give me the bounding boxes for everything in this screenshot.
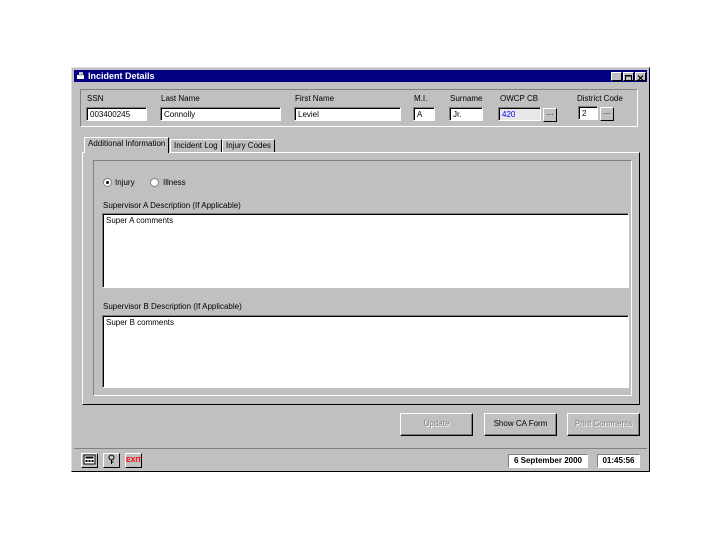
calculator-icon (83, 454, 96, 465)
print-comments-button[interactable]: Print Comments (567, 413, 640, 436)
close-button[interactable] (635, 72, 646, 81)
help-button[interactable] (103, 453, 120, 468)
status-date: 6 September 2000 (508, 454, 588, 468)
statusbar-divider (74, 448, 647, 449)
calculator-button[interactable] (81, 453, 98, 468)
close-icon (637, 75, 644, 81)
district-code-label: District Code (577, 94, 623, 103)
last-name-label: Last Name (161, 94, 200, 103)
minimize-icon (614, 80, 618, 81)
update-button[interactable]: Update (400, 413, 473, 436)
exit-label: EXIT (126, 457, 142, 464)
surname-field[interactable]: Jr. (449, 107, 483, 121)
district-code-lookup-button[interactable]: ... (600, 107, 614, 121)
illness-radio-label: Illness (163, 178, 186, 187)
minimize-button[interactable] (611, 72, 622, 81)
maximize-button[interactable] (623, 72, 634, 81)
help-key-icon (108, 454, 115, 464)
injury-radio[interactable] (103, 178, 112, 187)
title-bar: Incident Details (74, 70, 647, 82)
first-name-field[interactable]: Leviel (294, 107, 401, 121)
surname-label: Surname (450, 94, 483, 103)
exit-button[interactable]: EXIT (125, 453, 142, 468)
illness-radio[interactable] (150, 178, 159, 187)
supervisor-b-label: Supervisor B Description (If Applicable) (103, 302, 242, 311)
owcp-cb-lookup-button[interactable]: ... (543, 108, 557, 122)
window-title: Incident Details (88, 71, 155, 81)
tab-incident-log[interactable]: Incident Log (170, 139, 222, 153)
mi-label: M.I. (414, 94, 428, 103)
tab-additional-information[interactable]: Additional Information (84, 137, 170, 153)
ssn-field[interactable]: 003400245 (86, 107, 147, 121)
maximize-icon (625, 75, 632, 81)
ssn-label: SSN (87, 94, 104, 103)
status-time: 01:45:56 (597, 454, 640, 468)
mi-field[interactable]: A (413, 107, 435, 121)
supervisor-a-label: Supervisor A Description (If Applicable) (103, 201, 241, 210)
supervisor-a-textarea[interactable]: Super A comments (102, 213, 629, 288)
district-code-field[interactable]: 2 (578, 106, 598, 120)
last-name-field[interactable]: Connolly (160, 107, 281, 121)
supervisor-b-textarea[interactable]: Super B comments (102, 315, 629, 388)
tab-injury-codes[interactable]: Injury Codes (222, 139, 275, 153)
first-name-label: First Name (295, 94, 335, 103)
owcp-cb-label: OWCP CB (500, 94, 539, 103)
owcp-cb-field[interactable]: 420 (498, 107, 541, 121)
injury-radio-label: Injury (115, 178, 135, 187)
show-ca-form-button[interactable]: Show CA Form (484, 413, 557, 436)
window-icon (77, 72, 84, 79)
